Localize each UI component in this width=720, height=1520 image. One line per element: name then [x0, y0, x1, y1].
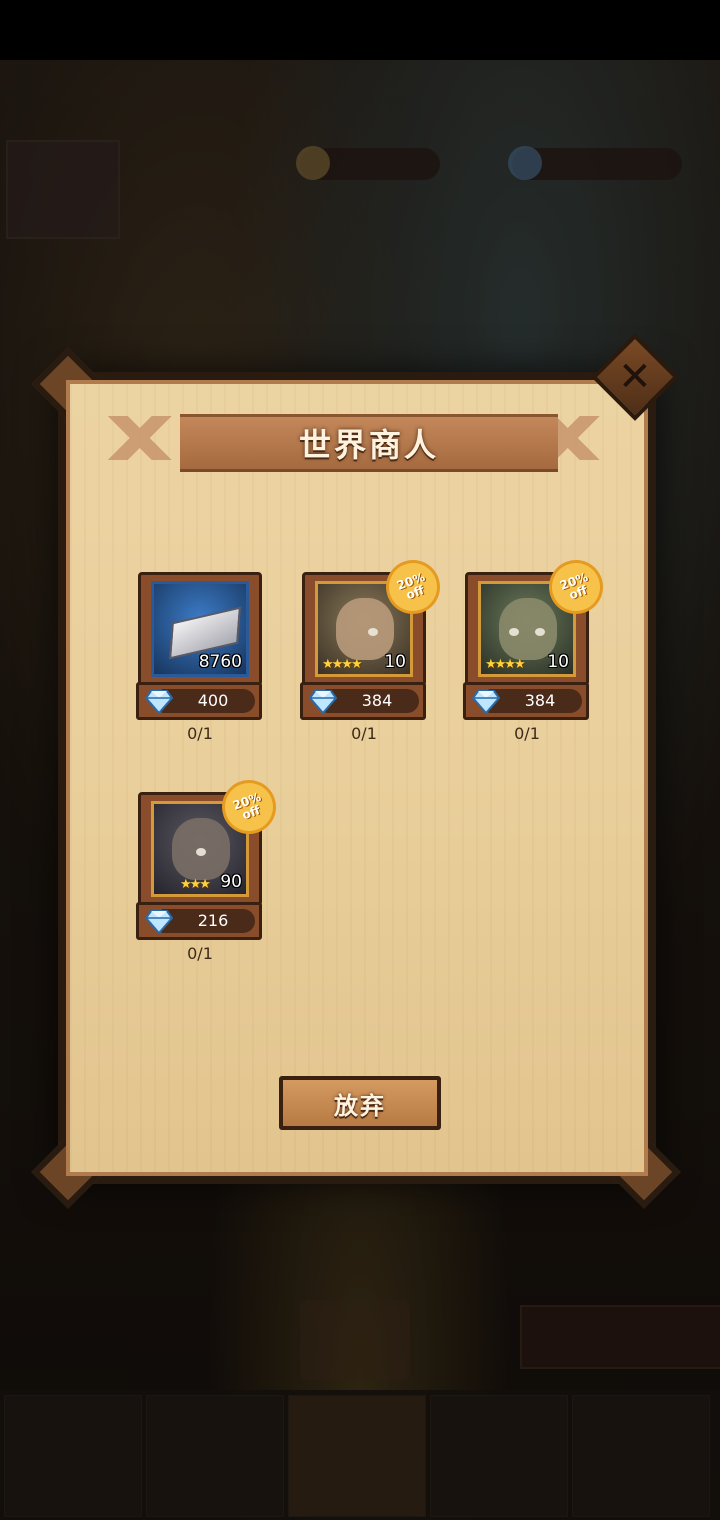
hero-level: 10: [547, 652, 569, 672]
hero-eye: [535, 628, 545, 636]
purchase-limit: 0/1: [351, 724, 377, 743]
hero-eye: [368, 628, 378, 636]
buy-button[interactable]: 216: [136, 902, 262, 940]
buy-button[interactable]: 400: [136, 682, 262, 720]
item-price: 384: [524, 691, 556, 710]
title-banner: 世界商人: [180, 414, 558, 472]
discount-label: 20% off: [395, 569, 427, 603]
merchant-dialog: 世界商人: [31, 347, 681, 1209]
item-price: 216: [197, 911, 229, 930]
shop-item[interactable]: ★★★★ 10 20% off 384 0/1: [300, 556, 444, 762]
item-price: 400: [197, 691, 229, 710]
diamond-icon: [472, 690, 500, 715]
item-quantity: 8760: [198, 652, 242, 672]
hero-eye: [196, 848, 206, 856]
purchase-limit: 0/1: [514, 724, 540, 743]
hero-stars: ★★★★: [485, 657, 526, 672]
hero-level: 90: [220, 872, 242, 892]
discount-label: 20% off: [558, 569, 590, 603]
item-card[interactable]: 8760: [138, 572, 262, 686]
item-card[interactable]: ★★★★ 10 20% off: [302, 556, 444, 686]
give-up-button[interactable]: 放弃: [279, 1076, 441, 1130]
discount-label: 20% off: [231, 789, 263, 823]
hero-eye: [509, 628, 519, 636]
give-up-label: 放弃: [334, 1091, 386, 1120]
hero-avatar: [499, 598, 557, 660]
item-price: 384: [361, 691, 393, 710]
close-icon: ✕: [618, 353, 652, 400]
status-bar: [0, 0, 720, 60]
item-card[interactable]: ★★★★ 10 20% off: [465, 556, 607, 686]
hero-level: 10: [384, 652, 406, 672]
buy-button[interactable]: 384: [463, 682, 589, 720]
purchase-limit: 0/1: [187, 944, 213, 963]
dialog-panel: 世界商人: [66, 380, 648, 1176]
diamond-icon: [145, 910, 173, 935]
item-card[interactable]: ★★★ 90 20% off: [138, 776, 280, 906]
diamond-icon: [309, 690, 337, 715]
item-icon: 8760: [151, 581, 249, 677]
title-ornament-left: [98, 416, 188, 460]
hero-stars: ★★★: [180, 877, 211, 892]
hero-stars: ★★★★: [322, 657, 363, 672]
shop-item[interactable]: ★★★ 90 20% off 216 0/1: [136, 776, 280, 982]
diamond-icon: [145, 690, 173, 715]
shop-item[interactable]: 8760 400 0/1: [136, 572, 262, 762]
shop-item[interactable]: ★★★★ 10 20% off 384 0/1: [463, 556, 607, 762]
buy-button[interactable]: 384: [300, 682, 426, 720]
hero-avatar: [172, 818, 230, 880]
purchase-limit: 0/1: [187, 724, 213, 743]
dialog-title: 世界商人: [298, 426, 439, 464]
hero-avatar: [336, 598, 394, 660]
